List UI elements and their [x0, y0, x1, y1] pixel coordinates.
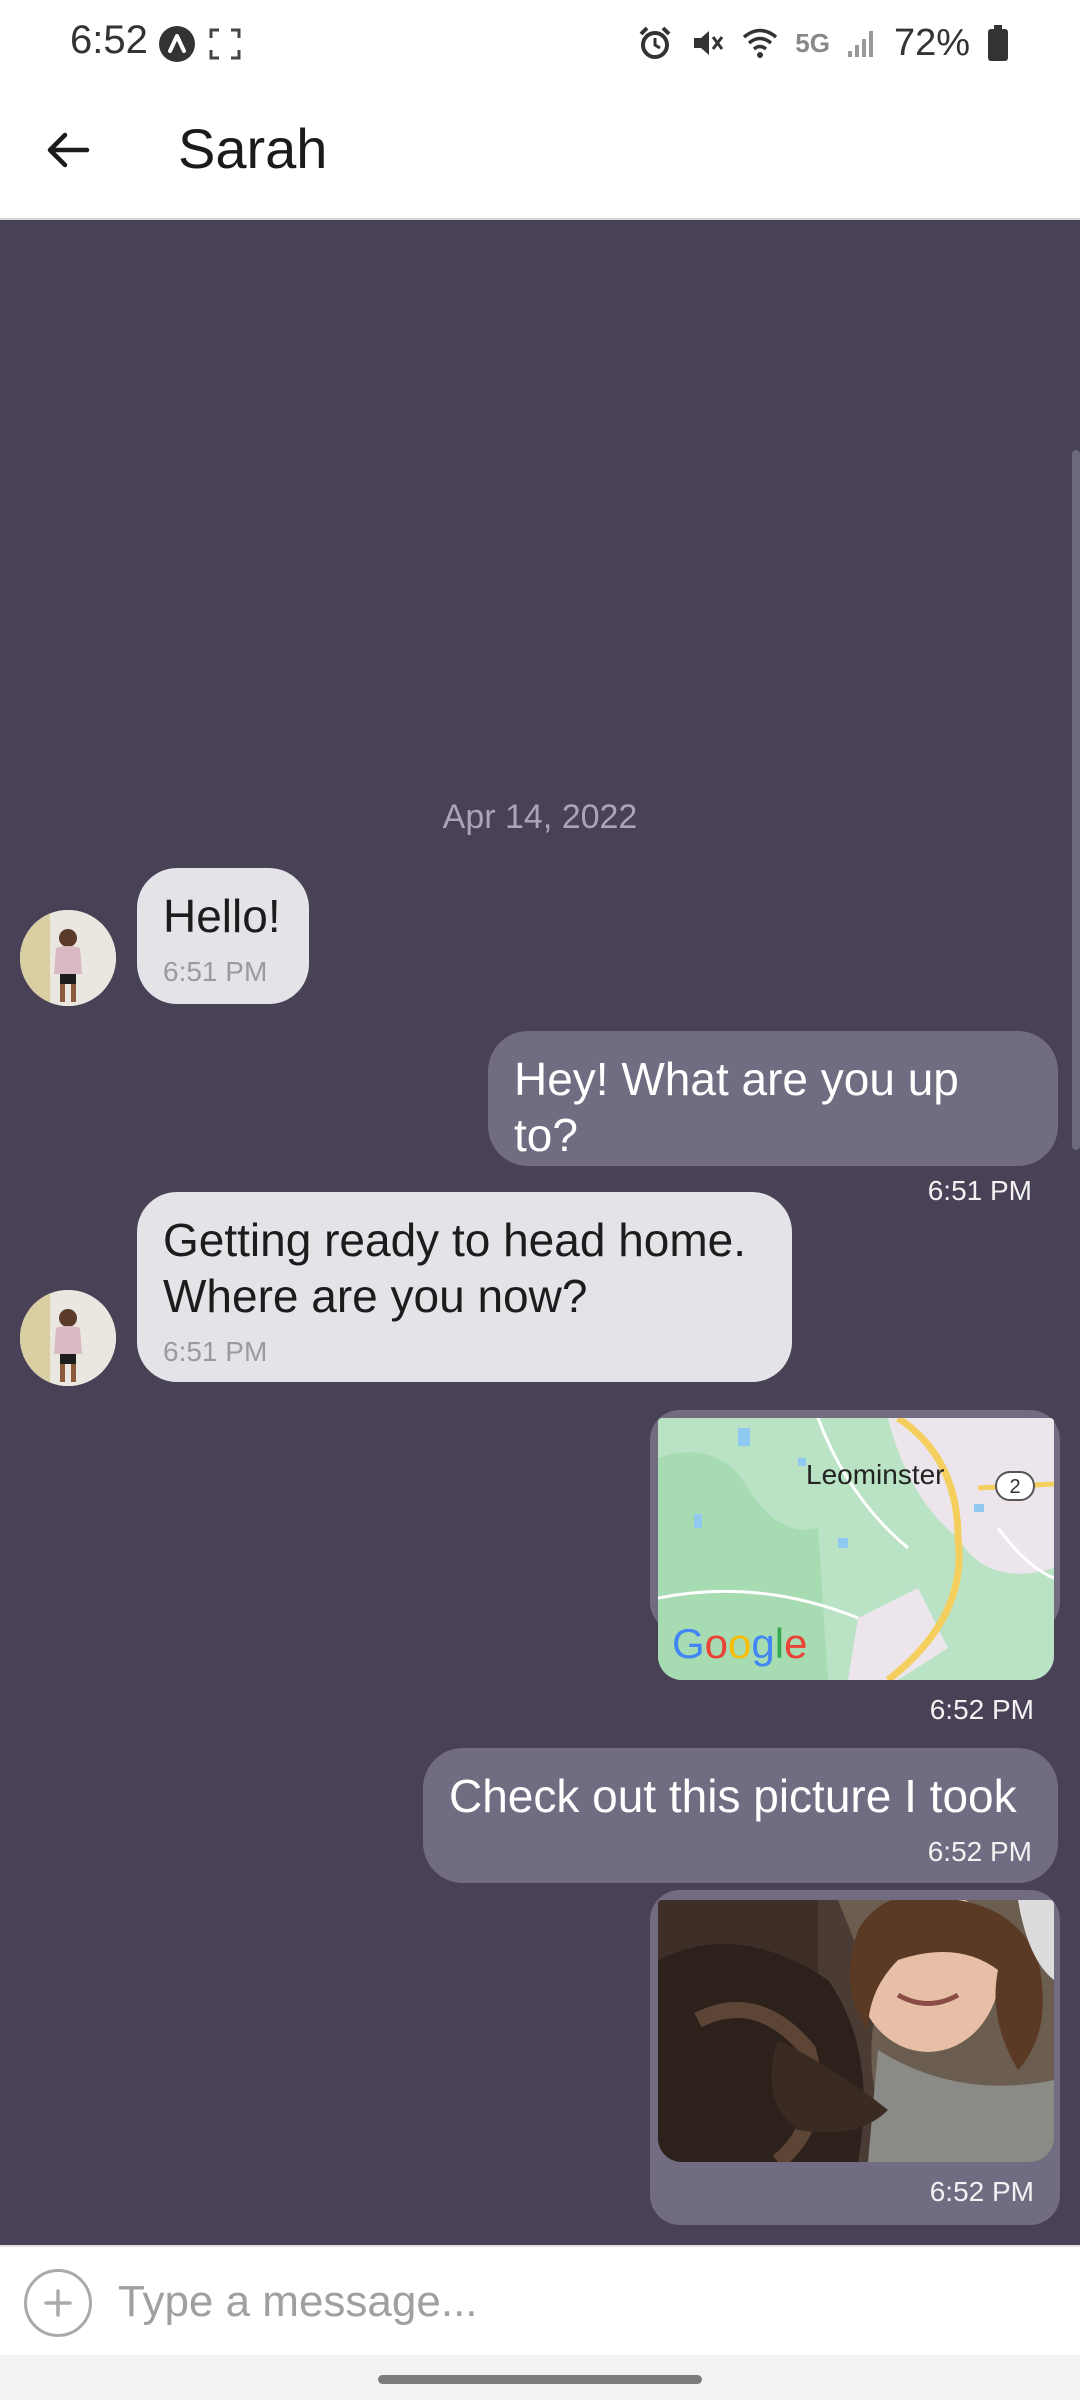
message-input[interactable]: [118, 2267, 1038, 2337]
map-label: Leominster: [806, 1459, 945, 1490]
google-logo: Google: [672, 1620, 807, 1667]
alarm-icon: [639, 26, 671, 59]
route-badge: 2: [1009, 1476, 1020, 1498]
add-attachment-button[interactable]: [24, 2269, 92, 2337]
status-time: 6:52: [70, 18, 148, 62]
page-title: Sarah: [178, 117, 328, 180]
photo-thumbnail[interactable]: [658, 1900, 1054, 2162]
avatar-photo: [20, 1290, 116, 1386]
message-bubble-outgoing[interactable]: Check out this picture I took 6:52 PM: [423, 1748, 1058, 1883]
message-text: Check out this picture I took: [449, 1770, 1017, 1822]
avatar[interactable]: [20, 910, 116, 1006]
message-text: Hello!: [163, 890, 281, 942]
plus-circle-icon: [44, 2289, 72, 2317]
message-bubble-outgoing[interactable]: Hey! What are you up to? 6:51 PM: [488, 1031, 1058, 1206]
message-time: 6:52 PM: [929, 1694, 1034, 1725]
message-text: Hey! What are you up to?: [514, 1053, 959, 1161]
app-bar: Sarah: [0, 88, 1080, 220]
system-nav-bar: [0, 2355, 1080, 2400]
map-thumbnail[interactable]: 2 Leominster Google: [658, 1418, 1054, 1680]
avatar[interactable]: [20, 1290, 116, 1386]
mute-icon: [694, 31, 724, 55]
message-bubble-incoming[interactable]: Hello! 6:51 PM: [137, 868, 309, 1004]
app-notification-icon: [159, 26, 195, 62]
avatar-photo: [20, 910, 116, 1006]
message-text: Getting ready to head home. Where are yo…: [163, 1214, 747, 1322]
message-bubble-incoming[interactable]: Getting ready to head home. Where are yo…: [137, 1192, 792, 1382]
message-time: 6:52 PM: [927, 1836, 1032, 1867]
home-indicator[interactable]: [378, 2375, 702, 2384]
wifi-icon: [743, 28, 778, 58]
screenshot-icon: [209, 28, 241, 60]
message-list[interactable]: Apr 14, 2022 Hello! 6:51 PM Hey! What ar…: [0, 220, 1080, 2245]
back-arrow-icon: [47, 132, 90, 168]
message-time: 6:51 PM: [163, 1336, 268, 1367]
message-time: 6:51 PM: [163, 956, 268, 987]
date-separator: Apr 14, 2022: [442, 798, 638, 836]
photo-image: [658, 1900, 1054, 2162]
status-bar: 6:52 5G 72%: [0, 0, 1080, 88]
signal-icon: [847, 31, 873, 57]
message-bubble-photo[interactable]: 6:52 PM: [650, 1890, 1060, 2225]
map-image: 2 Leominster Google: [658, 1418, 1054, 1680]
message-composer: [0, 2245, 1080, 2355]
message-time: 6:52 PM: [929, 2176, 1034, 2207]
battery-icon: [988, 25, 1008, 61]
message-bubble-map[interactable]: 2 Leominster Google 6:52 PM: [650, 1410, 1060, 1725]
network-type: 5G: [795, 27, 830, 58]
battery-percent: 72%: [893, 21, 970, 64]
back-button[interactable]: [36, 118, 100, 182]
